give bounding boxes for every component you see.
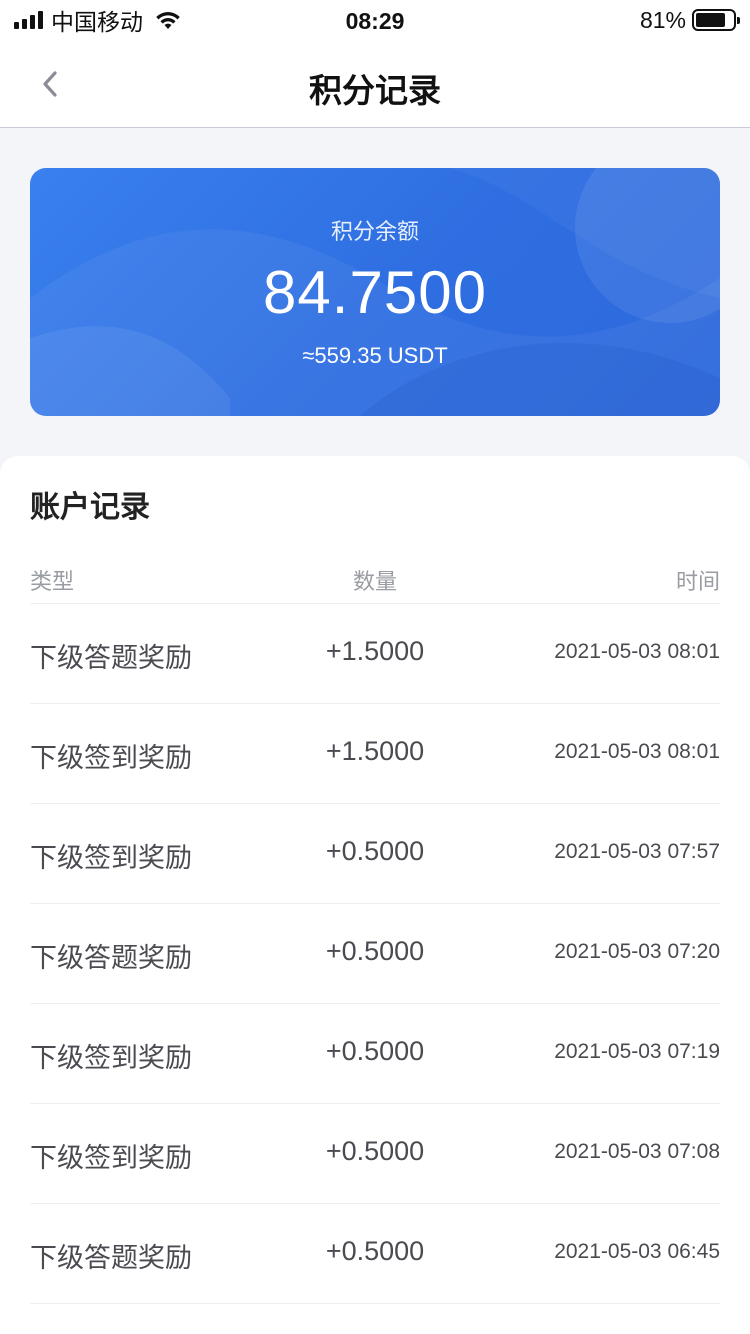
status-bar-right: 81% [639, 6, 740, 33]
column-header-time: 时间 [675, 569, 720, 594]
table-row: 下级答题奖励 +1.5000 2021-05-03 08:01 [30, 604, 720, 704]
table-row: 下级签到奖励 +0.5000 2021-05-03 07:19 [30, 1004, 720, 1104]
records-title: 账户记录 [30, 491, 150, 524]
nav-bar: 积分记录 [0, 40, 750, 128]
balance-card: 积分余额 84.7500 ≈559.35 USDT [30, 168, 720, 416]
status-bar-left: 中国移动 [14, 7, 183, 35]
column-header-amount: 数量 [352, 569, 397, 594]
page-title: 积分记录 [309, 72, 441, 109]
table-row: 下级答题奖励 +0.5000 2021-05-03 06:45 [30, 1204, 720, 1304]
balance-value: 84.7500 [263, 259, 487, 326]
record-time: 2021-05-03 06:45 [554, 1240, 720, 1263]
battery-level [696, 13, 726, 27]
record-time: 2021-05-03 07:08 [554, 1140, 720, 1163]
carrier-name: 中国移动 [51, 9, 143, 35]
record-time: 2021-05-03 07:20 [554, 940, 720, 963]
account-records: 账户记录 类型 数量 时间 下级答题奖励 +1.5000 2021-05-03 … [0, 456, 750, 1334]
wifi-icon [156, 12, 180, 29]
balance-usdt: ≈559.35 USDT [302, 343, 448, 368]
record-time: 2021-05-03 07:57 [554, 840, 720, 863]
table-header: 类型 数量 时间 [30, 564, 720, 604]
battery-percent: 81% [639, 6, 686, 33]
table-row: 下级签到奖励 +0.5000 2021-05-03 07:57 [30, 804, 720, 904]
battery-icon [692, 9, 740, 31]
table-row: 下级签到奖励 +1.5000 2021-05-03 08:01 [30, 704, 720, 804]
record-time: 2021-05-03 08:01 [554, 640, 720, 663]
cellular-signal-icon [14, 11, 43, 29]
status-bar: 中国移动 08:29 81% [0, 0, 750, 40]
record-time: 2021-05-03 07:19 [554, 1040, 720, 1063]
balance-label: 积分余额 [330, 219, 419, 244]
table-row: 下级答题奖励 +0.5000 2021-05-03 07:20 [30, 904, 720, 1004]
record-time: 2021-05-03 08:01 [554, 740, 720, 763]
records-list: 下级答题奖励 +1.5000 2021-05-03 08:01 下级签到奖励 +… [30, 604, 720, 1304]
table-row: 下级签到奖励 +0.5000 2021-05-03 07:08 [30, 1104, 720, 1204]
